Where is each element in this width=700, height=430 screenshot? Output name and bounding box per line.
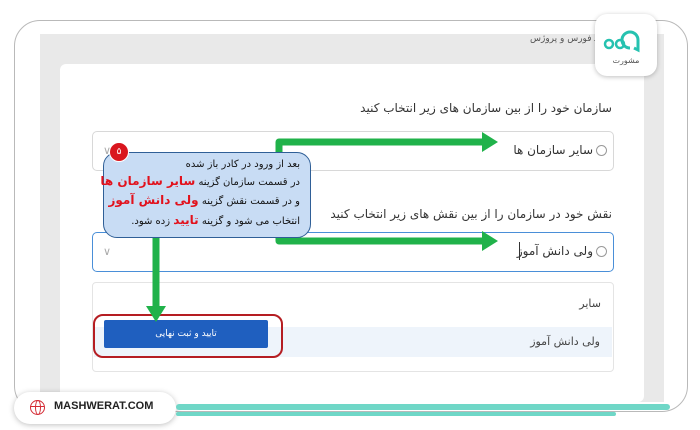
callout-line-1: بعد از ورود در کادر باز شده — [185, 159, 300, 170]
logo-text: مشورت — [612, 56, 640, 65]
step-badge: ۵ — [109, 142, 129, 162]
brand-logo: مشورت — [595, 14, 657, 76]
callout-line-3: و در قسمت نقش گزینه ولی دانش آموز — [108, 193, 300, 207]
footer-stripe-2 — [176, 412, 616, 416]
footer-site-text: MASHWERAT.COM — [54, 400, 154, 412]
callout-line-2: در قسمت سازمان گزینه سایر سازمان ها — [100, 174, 300, 188]
globe-icon — [30, 400, 45, 415]
instruction-callout: بعد از ورود در کادر باز شده در قسمت سازم… — [100, 152, 311, 238]
arrow-to-org-select — [275, 138, 484, 160]
footer-badge[interactable]: MASHWERAT.COM — [14, 392, 176, 424]
callout-line-4: انتخاب می شود و گزینه تایید زده شود. — [131, 213, 300, 227]
logo-icon — [603, 30, 640, 53]
footer-stripe — [176, 404, 670, 410]
